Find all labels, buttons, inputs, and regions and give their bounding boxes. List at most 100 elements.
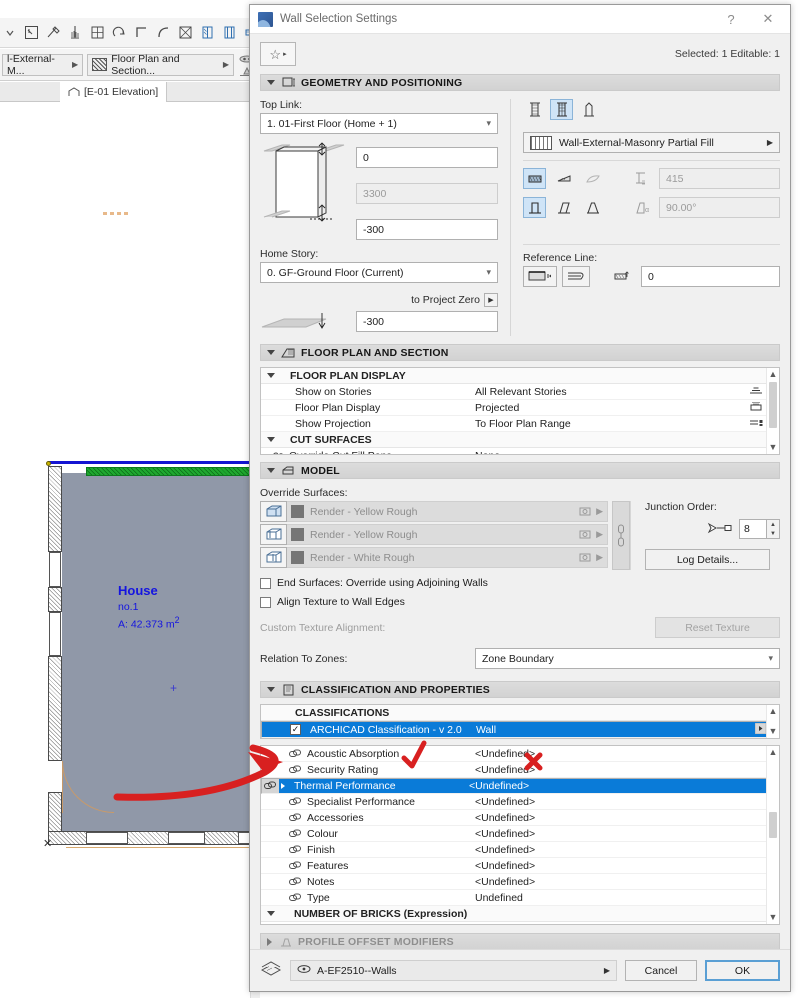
end-surfaces-checkbox-row[interactable]: End Surfaces: Override using Adjoining W… (260, 577, 780, 589)
composite-selector-button[interactable]: Wall-External-Masonry Partial Fill ▶ (523, 132, 780, 153)
view-tabstrip[interactable]: [E-01 Elevation] (0, 81, 255, 102)
scroll-up-icon[interactable]: ▲ (769, 705, 778, 718)
grid-tool-icon[interactable] (88, 23, 107, 42)
close-icon[interactable]: ✕ (748, 6, 788, 33)
drawing-canvas[interactable]: House no.1 A: 42.373 m2 + ✕ (0, 102, 296, 998)
reset-texture-button[interactable]: Reset Texture (655, 617, 780, 638)
wall-double-slanted-icon[interactable] (581, 197, 604, 218)
geometry-method-row[interactable]: 415 (523, 168, 780, 189)
relation-to-zones-select[interactable]: Zone Boundary ▾ (475, 648, 780, 669)
layer-selector[interactable]: A-EF2510--Walls ▶ (290, 960, 617, 981)
table-row-selected[interactable]: Thermal Performance <Undefined> (261, 778, 779, 794)
wall-left-2[interactable] (48, 587, 62, 612)
surface-outer-icon[interactable] (260, 524, 287, 545)
angle-input[interactable]: 90.00° (659, 197, 780, 218)
table-row[interactable]: Security Rating <Undefined> (261, 762, 779, 778)
tool-selector-button[interactable]: l-External-M... ▶ (2, 53, 84, 77)
wall-tool-icon[interactable] (198, 23, 217, 42)
corner-icon[interactable] (132, 23, 151, 42)
reference-line-flip-icon[interactable] (562, 266, 590, 287)
chain-link-icon[interactable] (612, 501, 630, 570)
wall-left-1[interactable] (48, 466, 62, 552)
window-bottom-2[interactable] (168, 832, 205, 844)
arrow-tool-icon[interactable] (22, 23, 41, 42)
junction-order-stepper[interactable]: 8 ▲ ▼ (645, 519, 780, 539)
column-icon[interactable] (66, 23, 85, 42)
align-texture-checkbox[interactable] (260, 596, 271, 608)
scrollbar-thumb[interactable] (769, 812, 777, 838)
table-row[interactable]: Colour <Undefined> (261, 826, 779, 842)
scroll-down-icon[interactable]: ▼ (769, 441, 778, 454)
table-row[interactable]: Type Undefined (261, 890, 779, 906)
main-toolbar[interactable] (0, 18, 301, 48)
list-group-header[interactable]: CUT SURFACES (261, 432, 779, 448)
properties-scrollbar[interactable]: ▲ ▼ (766, 746, 779, 924)
chevron-down-icon[interactable] (0, 23, 19, 42)
mesh-icon[interactable] (176, 23, 195, 42)
wall-inclination-row[interactable]: α 90.00° (523, 197, 780, 218)
floor-plan-drawing[interactable]: House no.1 A: 42.373 m2 + ✕ (40, 459, 296, 869)
wall-bottom[interactable] (48, 831, 260, 845)
table-row[interactable]: Features <Undefined> (261, 858, 779, 874)
triangle-right-icon[interactable] (281, 783, 285, 789)
base-offset-input[interactable]: -300 (356, 219, 498, 240)
junction-order-input[interactable]: 8 (739, 519, 767, 539)
surface-row[interactable]: Render - Yellow Rough ▶ (260, 524, 608, 545)
wall-composite-icon[interactable] (550, 99, 573, 120)
classifications-listbox[interactable]: CLASSIFICATIONS ✓ ARCHICAD Classificatio… (260, 704, 780, 739)
home-story-select[interactable]: 0. GF-Ground Floor (Current) ▾ (260, 262, 498, 283)
stepper-arrows[interactable]: ▲ ▼ (767, 519, 780, 539)
reference-line-buttons[interactable] (523, 266, 590, 287)
ok-button[interactable]: OK (705, 960, 780, 981)
scroll-down-icon[interactable]: ▼ (769, 725, 778, 738)
end-surfaces-checkbox[interactable] (260, 577, 271, 589)
table-row[interactable]: Floor Plan Display Projected (261, 400, 779, 416)
classification-row[interactable]: ✓ ARCHICAD Classification - v 2.0 Wall (261, 721, 779, 738)
table-row[interactable]: Show on Stories All Relevant Stories (261, 384, 779, 400)
surface-picker[interactable]: ▶ (579, 506, 603, 517)
display-selector-button[interactable]: Floor Plan and Section... ▶ (87, 53, 234, 77)
section-profile-offset-header[interactable]: PROFILE OFFSET MODIFIERS (260, 933, 780, 949)
properties-listbox[interactable]: Acoustic Absorption <Undefined> Security… (260, 745, 780, 925)
structure-type-buttons[interactable] (523, 99, 780, 120)
reference-line-position-icon[interactable] (523, 266, 557, 287)
section-model-header[interactable]: MODEL (260, 462, 780, 479)
window-bottom-1[interactable] (86, 832, 128, 844)
scroll-up-icon[interactable]: ▲ (769, 368, 778, 381)
top-link-select[interactable]: 1. 01-First Floor (Home + 1) ▾ (260, 113, 498, 134)
table-row[interactable]: Specialist Performance <Undefined> (261, 794, 779, 810)
curved-wall-icon[interactable] (581, 168, 604, 189)
help-button[interactable]: ? (714, 6, 748, 33)
magic-wand-icon[interactable] (44, 23, 63, 42)
cancel-button[interactable]: Cancel (625, 960, 697, 981)
trapezoid-wall-icon[interactable] (552, 168, 575, 189)
favorites-button[interactable]: ☆ ▸ (260, 42, 296, 66)
table-row[interactable]: Accessories <Undefined> (261, 810, 779, 826)
list-group-header[interactable]: FLOOR PLAN DISPLAY (261, 368, 779, 384)
scrollbar-thumb[interactable] (769, 382, 777, 428)
table-row[interactable]: Show Projection To Floor Plan Range (261, 416, 779, 432)
wall-split-icon[interactable] (220, 23, 239, 42)
list-group-header[interactable]: NUMBER OF BRICKS (Expression) (261, 906, 779, 922)
top-offset-input[interactable]: 0 (356, 147, 498, 168)
dialog-titlebar[interactable]: Wall Selection Settings ? ✕ (250, 5, 790, 34)
straight-wall-icon[interactable] (523, 168, 546, 189)
table-row[interactable]: Override Cut Fill Pens None (261, 448, 779, 454)
section-classification-header[interactable]: CLASSIFICATION AND PROPERTIES (260, 681, 780, 698)
wall-basic-icon[interactable] (523, 99, 546, 120)
project-zero-dropdown-button[interactable]: ▶ (484, 293, 498, 307)
tab-elevation[interactable]: [E-01 Elevation] (60, 81, 168, 102)
wall-height-input[interactable]: 3300 (356, 183, 498, 204)
rotate-icon[interactable] (110, 23, 129, 42)
section-geometry-header[interactable]: GEOMETRY AND POSITIONING (260, 74, 780, 91)
surface-all-icon[interactable] (260, 501, 287, 522)
wall-slanted-icon[interactable] (552, 197, 575, 218)
scroll-down-icon[interactable]: ▼ (769, 911, 778, 924)
wall-profile-icon[interactable] (577, 99, 600, 120)
table-row[interactable]: Acoustic Absorption <Undefined> (261, 746, 779, 762)
curve-icon[interactable] (154, 23, 173, 42)
thickness-input[interactable]: 415 (659, 168, 780, 189)
surface-picker[interactable]: ▶ (579, 552, 603, 563)
surface-row[interactable]: Render - White Rough ▶ (260, 547, 608, 568)
section-floorplan-header[interactable]: FLOOR PLAN AND SECTION (260, 344, 780, 361)
